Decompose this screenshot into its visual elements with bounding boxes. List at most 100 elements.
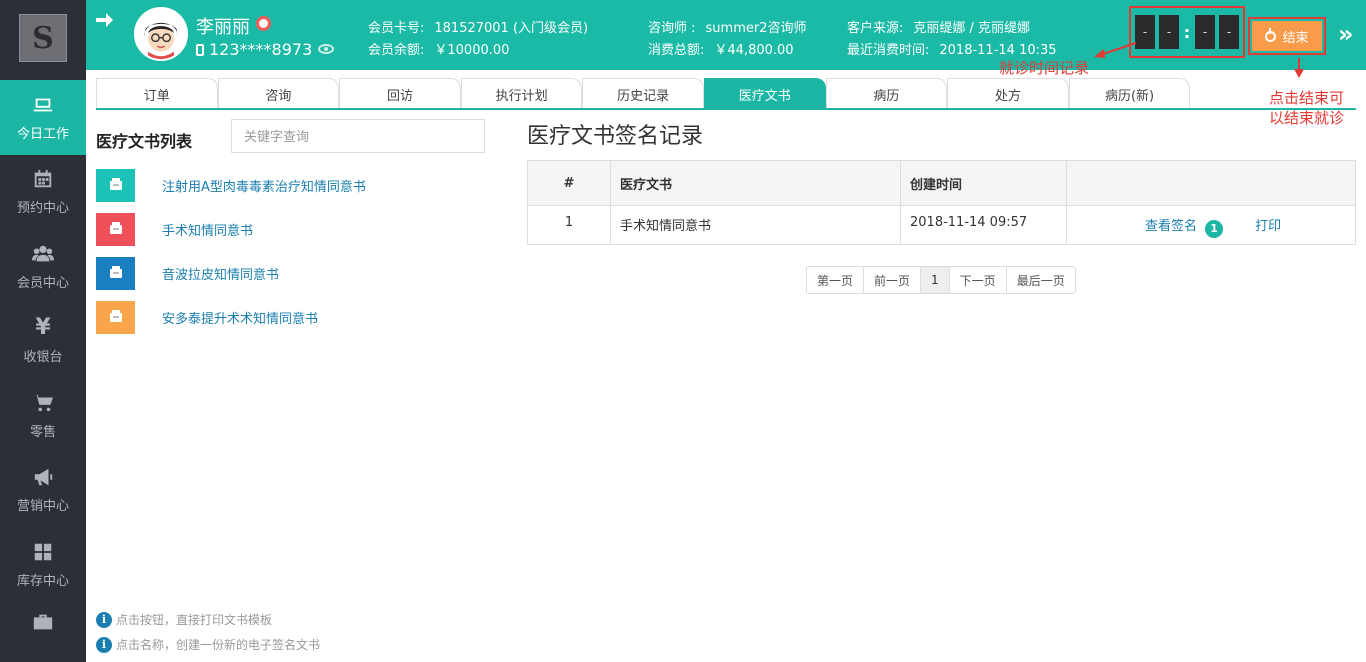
- vip-badge-icon: [256, 16, 271, 31]
- row-actions: 查看签名 1 打印: [1066, 205, 1356, 245]
- users-icon: [31, 242, 55, 266]
- column-header: #: [527, 160, 611, 206]
- tab-orders[interactable]: 订单: [96, 78, 218, 109]
- sidebar-item-marketing[interactable]: 营销中心: [0, 453, 86, 528]
- timer-colon: :: [1183, 22, 1191, 42]
- sidebar-item-more[interactable]: [0, 602, 86, 642]
- info-icon: i: [96, 611, 112, 628]
- row-document: 手术知情同意书: [610, 205, 901, 245]
- tab-medical-documents[interactable]: 医疗文书: [703, 78, 826, 109]
- consultant: 咨询师 : summer2咨询师: [648, 21, 807, 36]
- document-link[interactable]: 安多泰提升术术知情同意书: [162, 308, 318, 327]
- member-balance: 会员余额: ￥10000.00: [368, 43, 510, 58]
- hint-create: i 点击名称，创建一份新的电子签名文书: [96, 636, 320, 653]
- cart-icon: [31, 391, 55, 415]
- tab-underline: [96, 108, 1356, 110]
- collapse-panel-button[interactable]: »: [1338, 22, 1354, 46]
- sidebar-item-label: 零售: [29, 424, 56, 440]
- end-visit-button[interactable]: 结束: [1252, 21, 1322, 51]
- end-annotation-line-2: 以结束就诊: [1269, 109, 1345, 127]
- megaphone-icon: [31, 465, 55, 489]
- print-template-button[interactable]: [96, 212, 135, 246]
- print-template-button[interactable]: [96, 168, 135, 202]
- pager-last[interactable]: 最后一页: [1007, 267, 1075, 293]
- pager-prev[interactable]: 前一页: [864, 267, 922, 293]
- eye-icon[interactable]: [318, 44, 335, 54]
- column-header: 创建时间: [900, 160, 1067, 206]
- annotation-arrow-down-icon: [1294, 58, 1304, 78]
- calendar-icon: [31, 167, 55, 191]
- sidebar-item-label: 收银台: [23, 350, 63, 366]
- arrow-right-icon[interactable]: [94, 10, 114, 30]
- view-signature-link[interactable]: 查看签名: [1145, 219, 1197, 234]
- printer-icon: [109, 265, 122, 278]
- sidebar-nav: 今日工作 预约中心 会员中心 ¥ 收银台 零售 营销中心 库存中心: [0, 80, 86, 642]
- signature-records-title: 医疗文书签名记录: [527, 124, 704, 149]
- pager-first[interactable]: 第一页: [807, 267, 865, 293]
- print-template-button[interactable]: [96, 300, 135, 334]
- sidebar-item-inventory[interactable]: 库存中心: [0, 527, 86, 602]
- info-icon: i: [96, 636, 112, 653]
- table-row: 1 手术知情同意书 2018-11-14 09:57 查看签名 1 打印: [527, 205, 1356, 245]
- document-link[interactable]: 手术知情同意书: [162, 220, 253, 239]
- total-spend: 消费总额: ￥44,800.00: [648, 43, 794, 58]
- tab-prescription[interactable]: 处方: [947, 78, 1069, 109]
- print-template-button[interactable]: [96, 256, 135, 290]
- sidebar: S 今日工作 预约中心 会员中心 ¥ 收银台 零售 营销中心 库存中心: [0, 0, 86, 662]
- tab-follow-up[interactable]: 回访: [339, 78, 461, 109]
- tab-medical-record-new[interactable]: 病历(新): [1068, 78, 1191, 109]
- keyword-search-input[interactable]: [231, 119, 485, 153]
- column-header: 医疗文书: [610, 160, 901, 206]
- power-icon: [1265, 27, 1277, 42]
- pager-current[interactable]: 1: [921, 267, 950, 293]
- print-link[interactable]: 打印: [1255, 219, 1281, 234]
- sidebar-item-label: 库存中心: [16, 573, 69, 589]
- table-header-row: # 医疗文书 创建时间: [527, 160, 1356, 206]
- sidebar-item-label: 会员中心: [16, 275, 69, 291]
- document-list-title: 医疗文书列表: [96, 132, 193, 151]
- hint-print: i 点击按钮，直接打印文书模板: [96, 611, 272, 628]
- grid-icon: [31, 540, 55, 564]
- tab-history[interactable]: 历史记录: [582, 78, 704, 109]
- last-consumption-time: 最近消费时间: 2018-11-14 10:35: [847, 43, 1057, 58]
- printer-icon: [109, 309, 122, 322]
- sidebar-item-label: 今日工作: [16, 126, 69, 142]
- sidebar-item-members[interactable]: 会员中心: [0, 229, 86, 304]
- annotation-arrow-icon: [1094, 42, 1137, 58]
- sidebar-item-label: 营销中心: [16, 499, 69, 515]
- timer-digit: -: [1195, 15, 1215, 49]
- column-header: [1066, 160, 1356, 206]
- list-item: 安多泰提升术术知情同意书: [96, 295, 496, 339]
- list-item: 音波拉皮知情同意书: [96, 251, 496, 295]
- sidebar-item-label: 预约中心: [16, 201, 69, 217]
- card-number: 会员卡号: 181527001 (入门级会员): [368, 21, 589, 36]
- customer-name: 李丽丽: [196, 17, 250, 38]
- document-link[interactable]: 注射用A型肉毒毒素治疗知情同意书: [162, 176, 366, 195]
- list-item: 注射用A型肉毒毒素治疗知情同意书: [96, 163, 496, 207]
- customer-source: 客户来源: 克丽缇娜 / 克丽缇娜: [847, 21, 1031, 36]
- customer-phone-row: 123****8973: [196, 40, 335, 59]
- document-link[interactable]: 音波拉皮知情同意书: [162, 264, 279, 283]
- sidebar-item-cashier[interactable]: ¥ 收银台: [0, 304, 86, 379]
- laptop-icon: [31, 93, 55, 117]
- pager-next[interactable]: 下一页: [950, 267, 1007, 293]
- signature-table: # 医疗文书 创建时间 1 手术知情同意书 2018-11-14 09:57 查…: [527, 160, 1356, 245]
- sidebar-item-retail[interactable]: 零售: [0, 378, 86, 453]
- document-list: 注射用A型肉毒毒素治疗知情同意书 手术知情同意书 音波拉皮知情同意书 安多泰提升…: [96, 163, 496, 339]
- signature-count-badge: 1: [1205, 219, 1224, 238]
- printer-icon: [109, 177, 122, 190]
- tab-medical-record[interactable]: 病历: [825, 78, 948, 109]
- timer-annotation: 就诊时间记录: [999, 59, 1090, 77]
- sidebar-item-today-work[interactable]: 今日工作: [0, 80, 86, 155]
- app-logo: S: [19, 14, 67, 62]
- phone-icon: [196, 44, 204, 56]
- tab-consultation[interactable]: 咨询: [217, 78, 340, 109]
- briefcase-icon: [31, 610, 55, 634]
- end-annotation-line-1: 点击结束可: [1269, 89, 1345, 107]
- customer-avatar: [134, 7, 188, 61]
- sidebar-item-appointments[interactable]: 预约中心: [0, 155, 86, 230]
- list-item: 手术知情同意书: [96, 207, 496, 251]
- yen-icon: ¥: [35, 315, 51, 341]
- customer-phone: 123****8973: [209, 40, 313, 59]
- tab-execution-plan[interactable]: 执行计划: [460, 78, 583, 109]
